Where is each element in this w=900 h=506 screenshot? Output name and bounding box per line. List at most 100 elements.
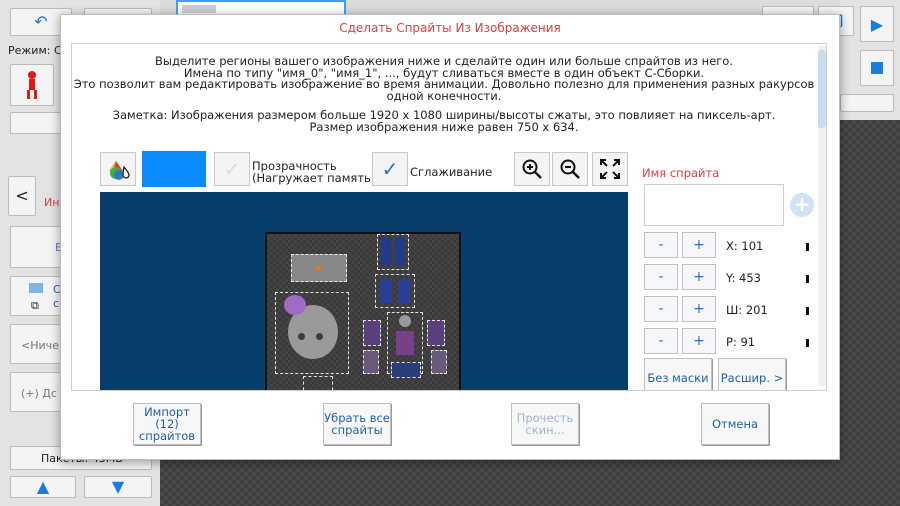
left-tool-button[interactable]	[10, 112, 62, 134]
import-label-line: спрайтов	[138, 429, 196, 443]
expand-icon	[600, 159, 620, 179]
sprite-name-label: Имя спрайта	[642, 166, 720, 180]
read-skin-label-line: скин...	[525, 423, 565, 437]
sprite-boot	[380, 279, 392, 303]
chevron-left-icon: <	[15, 186, 29, 205]
color-dropper-icon	[109, 161, 130, 180]
sprite-region[interactable]	[427, 320, 445, 346]
transparency-checkbox[interactable]: ✓	[214, 152, 250, 186]
left-button-2-label-b: с	[53, 297, 60, 310]
sprite-eye	[298, 333, 305, 340]
width-slider-marker	[806, 307, 809, 315]
stop-icon	[871, 62, 883, 74]
y-minus-button[interactable]: -	[644, 264, 678, 290]
sprite-region[interactable]	[363, 350, 379, 374]
width-value: Ш: 201	[726, 303, 768, 317]
move-down-button[interactable]: ▼	[84, 476, 152, 498]
make-sprites-dialog: Сделать Спрайты Из Изображения Выделите …	[60, 14, 840, 460]
transparency-label: Прозрачность (Нагружает память)	[252, 160, 375, 184]
plus-circle-icon: +	[793, 192, 811, 216]
left-dropdown[interactable]: <Ниче	[10, 324, 62, 364]
y-slider-marker	[806, 275, 809, 283]
read-skin-button[interactable]: Прочесть скин...	[511, 403, 579, 445]
figure-mode-button[interactable]	[10, 64, 54, 106]
dialog-title: Сделать Спрайты Из Изображения	[339, 21, 561, 35]
add-sprite-button[interactable]: +	[790, 193, 814, 217]
sprite-region[interactable]	[391, 362, 421, 378]
description-line: одной конечности.	[386, 88, 502, 103]
zoom-in-button[interactable]	[514, 152, 550, 186]
check-icon-disabled: ✓	[223, 157, 241, 181]
sprite-leg	[381, 237, 391, 265]
check-icon: ✓	[381, 157, 399, 181]
no-mask-button[interactable]: Без маски	[644, 358, 712, 390]
region-handle	[316, 266, 321, 271]
source-image	[265, 232, 461, 390]
x-plus-button[interactable]: +	[682, 232, 716, 258]
dialog-content: Выделите регионы вашего изображения ниже…	[71, 43, 827, 391]
sprite-region[interactable]	[431, 350, 447, 374]
arrow-down-icon: ▼	[111, 477, 125, 496]
zoom-out-button[interactable]	[552, 152, 588, 186]
remove-all-sprites-button[interactable]: Убрать все спрайты	[323, 403, 391, 445]
height-plus-button[interactable]: +	[682, 328, 716, 354]
import-sprites-button[interactable]: Импорт (12) спрайтов	[133, 403, 201, 445]
move-up-button[interactable]: ▲	[10, 476, 76, 498]
sprite-region[interactable]	[303, 376, 333, 390]
height-slider-marker	[806, 339, 809, 347]
stop-button[interactable]	[860, 50, 894, 86]
width-plus-button[interactable]: +	[682, 296, 716, 322]
sprite-torso	[396, 331, 414, 355]
mode-label: Режим: С	[8, 44, 60, 57]
x-slider-marker	[806, 243, 809, 251]
description-block: Выделите регионы вашего изображения ниже…	[72, 55, 816, 103]
x-value: X: 101	[726, 239, 764, 253]
sprite-boot	[398, 279, 410, 303]
color-swatch[interactable]	[142, 151, 206, 187]
play-icon: ▶	[870, 14, 884, 34]
height-value: Р: 91	[726, 335, 756, 349]
y-plus-button[interactable]: +	[682, 264, 716, 290]
sprite-name-input[interactable]	[644, 184, 784, 226]
sprite-region[interactable]	[363, 320, 381, 346]
left-button-1[interactable]: В	[10, 226, 63, 268]
note-block: Заметка: Изображения размером больше 192…	[72, 109, 816, 134]
dialog-scroll-thumb[interactable]	[818, 50, 826, 128]
sprite-neck	[399, 315, 411, 327]
top-input-fill	[182, 5, 216, 13]
left-button-2[interactable]: ⧉ С с	[10, 276, 62, 316]
left-red-label: Ин	[44, 196, 60, 209]
sprite-region[interactable]	[377, 234, 409, 270]
height-minus-button[interactable]: -	[644, 328, 678, 354]
back-button[interactable]: <	[8, 176, 36, 216]
sprite-region[interactable]	[275, 292, 349, 374]
left-add-button[interactable]: (+) Дс	[10, 372, 62, 412]
figure-icon	[27, 71, 37, 99]
width-minus-button[interactable]: -	[644, 296, 678, 322]
image-icon	[29, 283, 43, 293]
expand-button[interactable]: Расшир. >	[718, 358, 786, 390]
sprite-eye	[316, 333, 323, 340]
sprite-leg	[395, 237, 405, 265]
note-line: Размер изображения ниже равен 750 x 634.	[309, 119, 579, 134]
fit-view-button[interactable]	[592, 152, 628, 186]
cancel-button[interactable]: Отмена	[701, 403, 769, 445]
zoom-out-icon	[560, 159, 580, 179]
zoom-in-icon	[522, 159, 542, 179]
arrow-up-icon: ▲	[36, 477, 50, 496]
image-canvas[interactable]	[100, 192, 628, 390]
sprite-region[interactable]	[375, 274, 415, 308]
smoothing-checkbox[interactable]: ✓	[372, 152, 408, 186]
sprite-bow	[284, 295, 306, 315]
color-picker-button[interactable]	[100, 152, 136, 186]
y-value: Y: 453	[726, 271, 761, 285]
edit-icon: ⧉	[31, 299, 39, 312]
right-panel-button[interactable]	[840, 94, 894, 112]
transparency-label-line: (Нагружает память)	[252, 171, 376, 185]
remove-all-label-line: спрайты	[331, 423, 383, 437]
undo-icon: ↶	[34, 12, 48, 31]
left-dropdown-label: <Ниче	[21, 339, 59, 352]
play-button[interactable]: ▶	[860, 6, 894, 42]
sprite-region[interactable]	[291, 254, 347, 282]
x-minus-button[interactable]: -	[644, 232, 678, 258]
